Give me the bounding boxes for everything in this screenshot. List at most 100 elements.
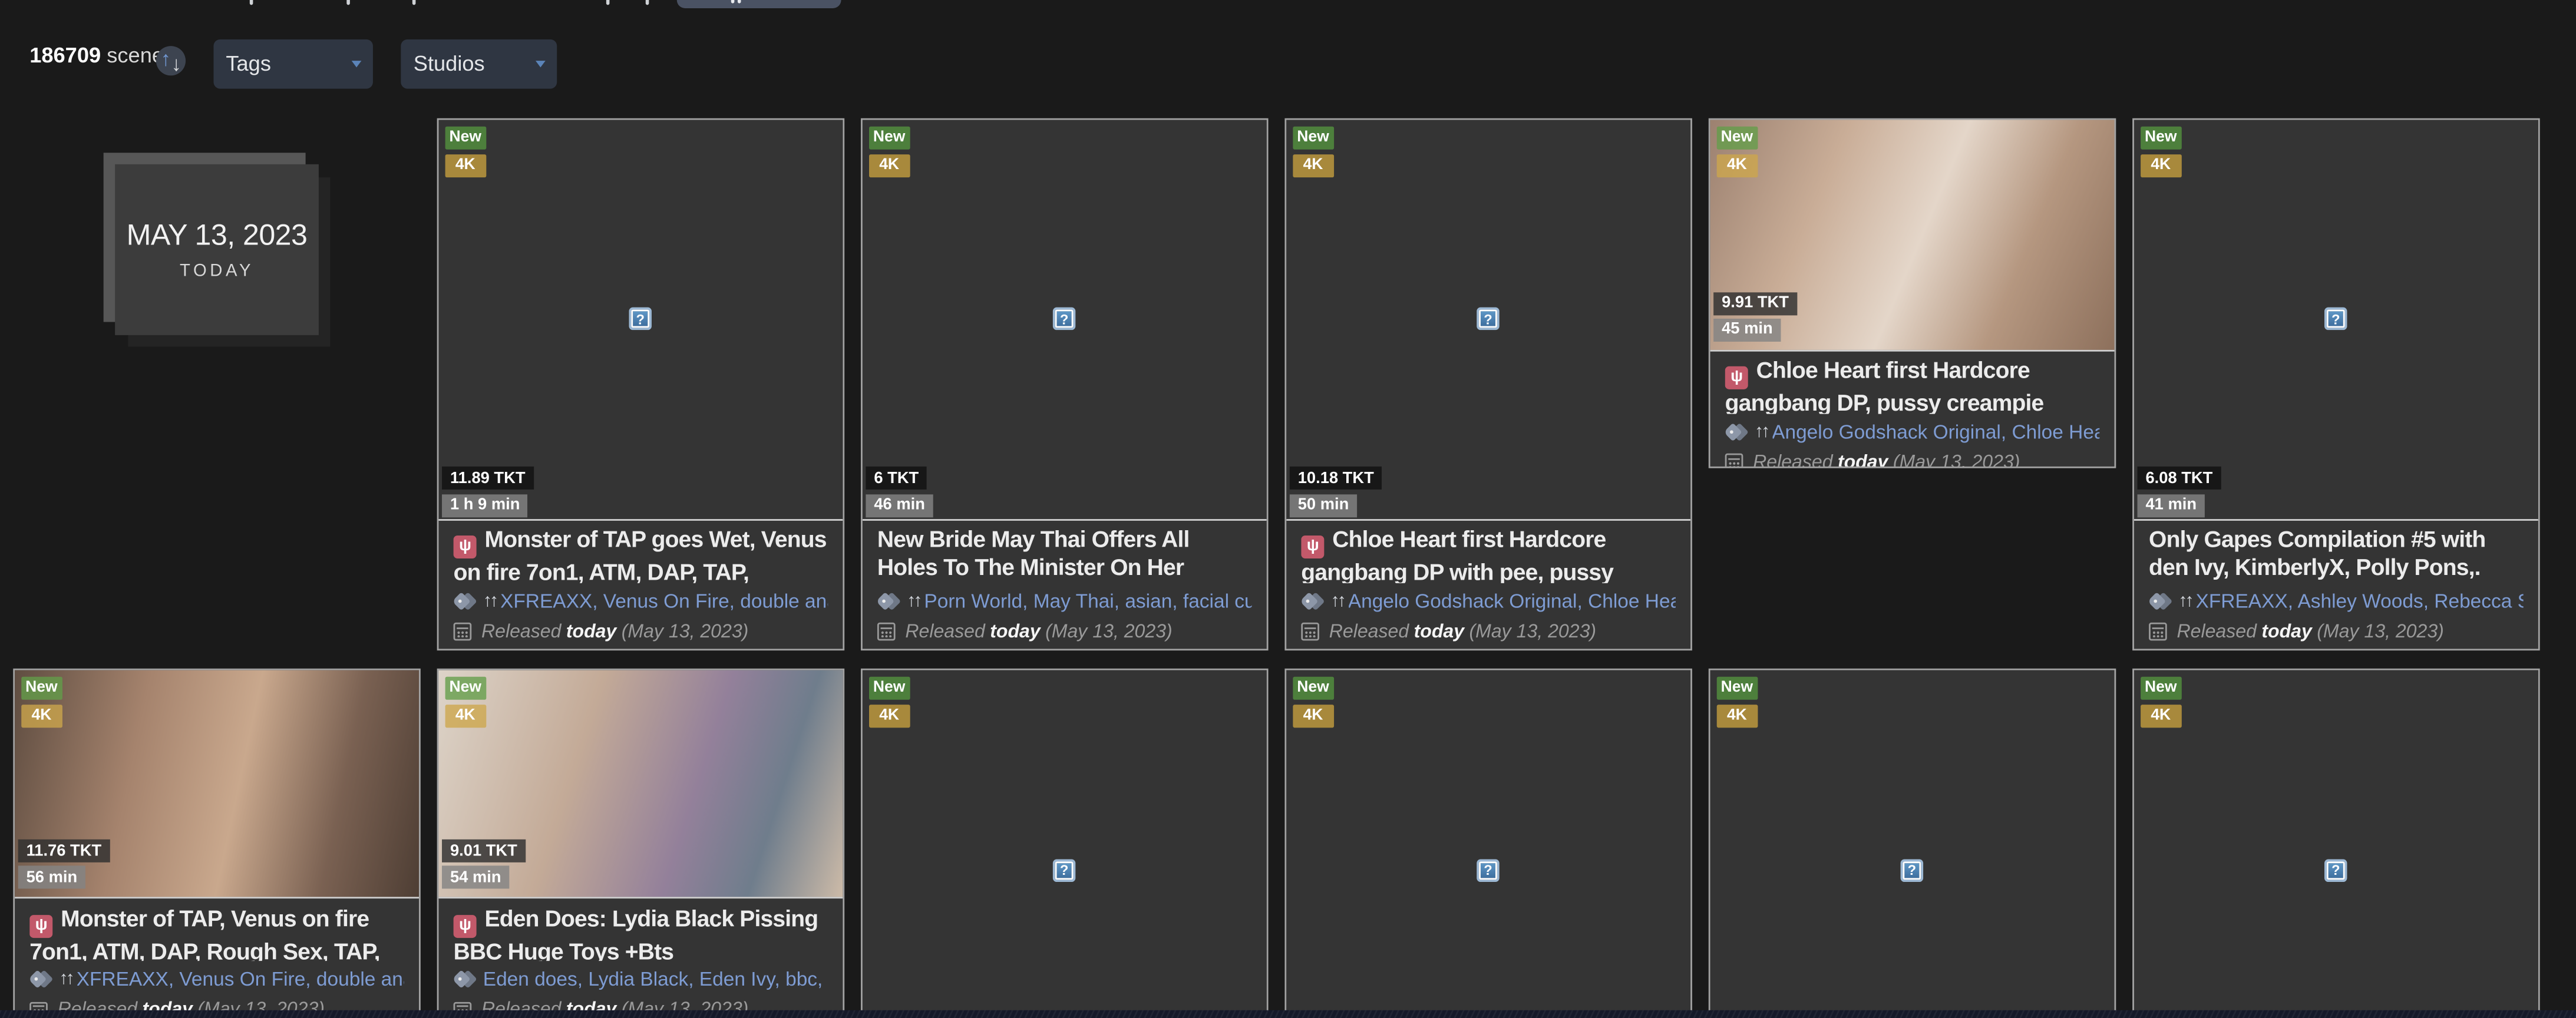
duration-badge: 45 min <box>1713 318 1781 341</box>
scene-title[interactable]: New Bride May Thai Offers All Holes To T… <box>877 525 1251 582</box>
tags-icon <box>2149 592 2172 609</box>
calendar-icon <box>877 623 896 641</box>
nsfw-18-icon <box>1301 536 1324 558</box>
price-badge: 9.91 TKT <box>1713 292 1797 315</box>
duration-badge: 54 min <box>442 865 509 888</box>
clipped-top-button[interactable] <box>677 0 841 8</box>
release-date: Released today (May 13, 2023) <box>1301 622 1675 641</box>
scene-thumbnail[interactable]: New 4K ? <box>2134 670 2538 1018</box>
tag-links: XFREAXX, Venus On Fire, double anal (DAP… <box>500 589 827 612</box>
price-badge: 6 TKT <box>866 467 927 490</box>
scene-title[interactable]: Only Gapes Compilation #5 with den Ivy, … <box>2149 525 2522 582</box>
calendar-icon <box>2149 623 2167 641</box>
desktop-edge-strip <box>0 1009 2576 1018</box>
scene-card[interactable]: New 4K ? 11.89 TKT 1 h 9 min Monster of … <box>437 118 844 650</box>
clipped-nav-text <box>346 0 350 4</box>
tag-links: XFREAXX, Venus On Fire, double anal (DAP… <box>77 967 404 990</box>
broken-image-icon: ? <box>1055 861 1074 880</box>
scene-tags[interactable]: Eden does, Lydia Black, Eden Ivy, bbc, g… <box>454 967 827 990</box>
quality-badge: 4K <box>445 154 486 177</box>
scene-thumbnail[interactable]: New 4K 9.91 TKT 45 min <box>1710 120 2114 351</box>
broken-image-icon: ? <box>1478 861 1497 880</box>
scene-tags[interactable]: Angelo Godshack Original, Chloe Heart, a… <box>1301 589 1675 612</box>
price-badge: 11.76 TKT <box>18 839 110 862</box>
released-date: (May 13, 2023) <box>622 622 749 641</box>
tags-filter-label: Tags <box>226 50 271 75</box>
up-arrows-icon <box>483 590 496 610</box>
tags-filter-dropdown[interactable]: Tags <box>213 39 372 88</box>
new-badge: New <box>445 127 486 149</box>
price-badge: 10.18 TKT <box>1290 467 1382 490</box>
scene-thumbnail[interactable]: New 4K 11.76 TKT 56 min <box>15 670 418 899</box>
tag-links: Angelo Godshack Original, Chloe Heart, a… <box>1772 419 2099 442</box>
scene-card[interactable]: New 4K ? <box>1709 669 2115 1018</box>
scene-tags[interactable]: Porn World, May Thai, asian, facial cums… <box>877 589 1251 612</box>
scene-thumbnail[interactable]: New 4K ? <box>863 670 1266 1018</box>
up-arrows-icon <box>1330 590 1343 610</box>
broken-image-icon: ? <box>631 310 650 328</box>
scene-thumbnail[interactable]: New 4K ? 11.89 TKT 1 h 9 min <box>438 120 842 520</box>
price-badge: 9.01 TKT <box>442 839 526 862</box>
clipped-nav-text <box>646 0 649 4</box>
nsfw-18-icon <box>454 536 477 558</box>
clipped-nav-text <box>412 0 416 4</box>
released-emphasis: today <box>566 622 617 641</box>
calendar-icon <box>454 623 472 641</box>
scene-thumbnail[interactable]: New 4K ? <box>1710 670 2114 1018</box>
scene-card[interactable]: New 4K 9.01 TKT 54 min Eden Does: Lydia … <box>437 669 844 1018</box>
scene-card[interactable]: New 4K ? <box>861 669 1267 1018</box>
nsfw-18-icon <box>1725 366 1748 389</box>
scene-tags[interactable]: XFREAXX, Ashley Woods, Rebecca Sharon, F… <box>2149 589 2522 612</box>
scene-thumbnail[interactable]: New 4K ? 6 TKT 46 min <box>863 120 1266 520</box>
scene-title[interactable]: Eden Does: Lydia Black Pissing BBC Huge … <box>454 904 827 961</box>
up-arrows-icon <box>2178 590 2191 610</box>
date-separator-date: MAY 13, 2023 <box>127 219 308 253</box>
date-separator-subtitle: TODAY <box>180 261 254 280</box>
scene-thumbnail[interactable]: New 4K ? <box>1286 670 1690 1018</box>
broken-image-icon: ? <box>2326 861 2345 880</box>
scene-thumbnail[interactable]: New 4K ? 6.08 TKT 41 min <box>2134 120 2538 520</box>
duration-badge: 50 min <box>1290 494 1357 517</box>
scene-tags[interactable]: Angelo Godshack Original, Chloe Heart, a… <box>1725 419 2099 442</box>
quality-badge: 4K <box>869 705 909 727</box>
tags-icon <box>1725 423 1748 439</box>
scene-tags[interactable]: XFREAXX, Venus On Fire, double anal (DAP… <box>454 589 827 612</box>
tag-links: Eden does, Lydia Black, Eden Ivy, bbc, g… <box>483 967 827 990</box>
studios-filter-label: Studios <box>414 50 485 75</box>
scene-card[interactable]: New 4K 11.76 TKT 56 min Monster of TAP, … <box>13 669 420 1018</box>
broken-image-icon: ? <box>1055 310 1074 328</box>
scene-card[interactable]: New 4K ? <box>2132 669 2539 1018</box>
new-badge: New <box>445 677 486 699</box>
quality-badge: 4K <box>1717 154 1757 177</box>
quality-badge: 4K <box>2141 154 2181 177</box>
new-badge: New <box>2141 677 2181 699</box>
scene-title[interactable]: Monster of TAP, Venus on fire 7on1, ATM,… <box>29 904 403 961</box>
release-date: Released today (May 13, 2023) <box>1725 452 2099 468</box>
clipped-nav-text <box>250 0 253 4</box>
scene-card[interactable]: New 4K ? <box>1284 669 1691 1018</box>
quality-badge: 4K <box>869 154 909 177</box>
new-badge: New <box>869 677 909 699</box>
sort-down-arrow-icon: ↓ <box>171 54 181 74</box>
release-date: Released today (May 13, 2023) <box>877 622 1251 641</box>
scene-title[interactable]: Chloe Heart first Hardcore gangbang DP w… <box>1301 525 1675 582</box>
sort-up-arrow-icon: ↑ <box>161 49 171 70</box>
scene-browser-page: 186709 scenes ↑ ↓ Tags Studios MAY 13, 2… <box>0 0 2576 1018</box>
quality-badge: 4K <box>21 705 61 727</box>
scene-thumbnail[interactable]: New 4K 9.01 TKT 54 min <box>438 670 842 899</box>
nsfw-18-icon <box>454 914 477 937</box>
scene-title[interactable]: Monster of TAP goes Wet, Venus on fire 7… <box>454 525 827 582</box>
scene-tags[interactable]: XFREAXX, Venus On Fire, double anal (DAP… <box>29 967 403 990</box>
sort-order-button[interactable]: ↑ ↓ <box>156 46 186 75</box>
new-badge: New <box>1717 677 1757 699</box>
tag-links: Porn World, May Thai, asian, facial cums… <box>924 589 1251 612</box>
scene-title[interactable]: Chloe Heart first Hardcore gangbang DP, … <box>1725 356 2099 413</box>
quality-badge: 4K <box>1293 154 1333 177</box>
clipped-nav-text <box>606 0 610 4</box>
scene-thumbnail[interactable]: New 4K ? 10.18 TKT 50 min <box>1286 120 1690 520</box>
scene-card[interactable]: New 4K ? 6 TKT 46 min New Bride May Thai… <box>861 118 1267 650</box>
scene-card[interactable]: New 4K 9.91 TKT 45 min Chloe Heart first… <box>1709 118 2115 468</box>
scene-card[interactable]: New 4K ? 10.18 TKT 50 min Chloe Heart fi… <box>1284 118 1691 650</box>
studios-filter-dropdown[interactable]: Studios <box>401 39 557 88</box>
scene-card[interactable]: New 4K ? 6.08 TKT 41 min Only Gapes Comp… <box>2132 118 2539 650</box>
